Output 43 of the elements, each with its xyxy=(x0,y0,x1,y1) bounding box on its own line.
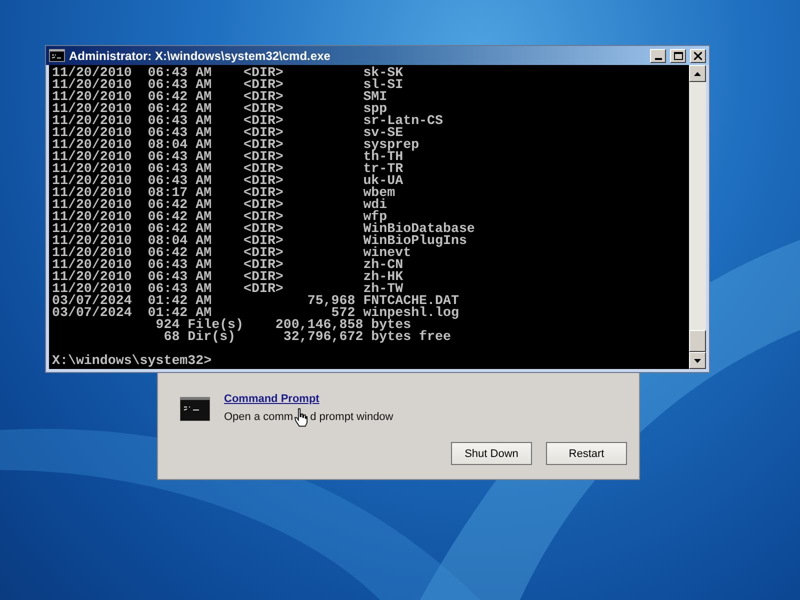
console-line: 11/20/2010 06:43 AM <DIR> tr-TR xyxy=(52,163,404,175)
restart-button[interactable]: Restart xyxy=(546,442,627,465)
console-line: 68 Dir(s) 32,796,672 bytes free xyxy=(162,331,452,343)
maximize-button[interactable] xyxy=(670,48,686,62)
close-icon xyxy=(694,52,702,60)
window-title: Administrator: X:\windows\system32\cmd.exe xyxy=(69,48,332,62)
console-line: 11/20/2010 06:42 AM <DIR> WinBioDatabase xyxy=(52,223,476,235)
console-line: 11/20/2010 06:42 AM <DIR> spp xyxy=(52,103,388,115)
terminal-icon xyxy=(180,397,210,421)
tool-description: d prompt window xyxy=(310,411,394,423)
close-button[interactable] xyxy=(690,48,706,62)
shut-down-button[interactable]: Shut Down xyxy=(451,442,532,465)
maximize-icon xyxy=(674,52,682,60)
console-line: 11/20/2010 06:43 AM <DIR> zh-HK xyxy=(52,271,404,283)
command-prompt-line: X:\windows\system32> xyxy=(52,355,213,367)
hand-cursor-icon xyxy=(294,408,308,427)
console-line: 03/07/2024 01:42 AM 75,968 FNTCACHE.DAT xyxy=(52,295,460,307)
console-line: 11/20/2010 06:43 AM <DIR> zh-TW xyxy=(52,283,404,295)
console-line: 11/20/2010 08:04 AM <DIR> sysprep xyxy=(52,139,420,151)
scroll-up-icon[interactable] xyxy=(689,65,706,82)
scroll-thumb[interactable] xyxy=(689,330,706,352)
console-line: 11/20/2010 06:43 AM <DIR> zh-CN xyxy=(52,259,404,271)
console-line: 03/07/2024 01:42 AM 572 winpeshl.log xyxy=(52,307,460,319)
console-line: 11/20/2010 06:43 AM <DIR> sr-Latn-CS xyxy=(52,115,444,127)
console-line: 11/20/2010 06:42 AM <DIR> winevt xyxy=(52,247,412,259)
minimize-button[interactable] xyxy=(650,48,666,62)
scrollbar[interactable] xyxy=(689,65,706,369)
console-line: 11/20/2010 06:43 AM <DIR> sl-SI xyxy=(52,79,404,91)
command-prompt-link[interactable]: Command Prompt xyxy=(224,393,394,405)
terminal-icon xyxy=(49,49,65,62)
console-line: 11/20/2010 08:17 AM <DIR> wbem xyxy=(52,187,396,199)
console-line: 11/20/2010 08:04 AM <DIR> WinBioPlugIns xyxy=(52,235,468,247)
tool-description: Open a comm xyxy=(224,411,294,423)
console-line: 11/20/2010 06:42 AM <DIR> SMI xyxy=(52,91,388,103)
console-line: 11/20/2010 06:43 AM <DIR> uk-UA xyxy=(52,175,404,187)
minimize-icon xyxy=(654,58,662,60)
console-line: 11/20/2010 06:42 AM <DIR> wfp xyxy=(52,211,388,223)
console-line: 11/20/2010 06:43 AM <DIR> sk-SK xyxy=(52,67,404,79)
console-line: 11/20/2010 06:43 AM <DIR> th-TH xyxy=(52,151,404,163)
console-line: 11/20/2010 06:42 AM <DIR> wdi xyxy=(52,199,388,211)
console-line: 924 File(s) 200,146,858 bytes xyxy=(154,319,412,331)
scroll-down-icon[interactable] xyxy=(689,352,706,369)
console-line: 11/20/2010 06:43 AM <DIR> sv-SE xyxy=(52,127,404,139)
